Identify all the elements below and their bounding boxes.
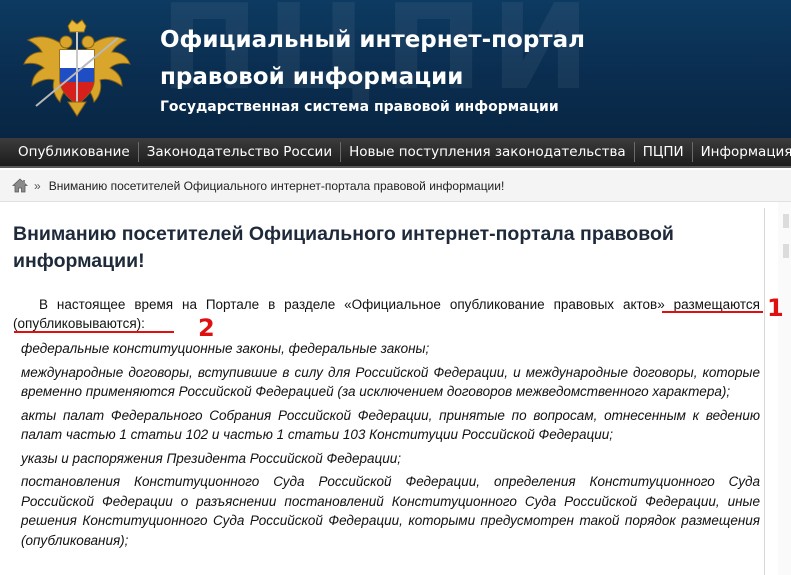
main-content: Вниманию посетителей Официального интерн… (13, 208, 765, 575)
nav-item-information[interactable]: Информация (693, 142, 791, 162)
list-item: международные договоры, вступившие в сил… (21, 364, 760, 400)
gutter-mark (783, 214, 789, 228)
list-item: акты палат Федерального Собрания Российс… (21, 407, 760, 443)
site-subtitle: Государственная система правовой информа… (160, 99, 559, 115)
emblem-icon[interactable] (22, 18, 132, 118)
annotation-marker-1: 1 (767, 294, 784, 322)
page-title: Вниманию посетителей Официального интерн… (13, 223, 674, 272)
annotation-marker-2: 2 (198, 314, 215, 342)
gutter-mark (783, 244, 789, 258)
annotation-underline-2 (14, 331, 174, 333)
intro-paragraph: В настоящее время на Портале в разделе «… (13, 297, 760, 331)
list-item: федеральные конституционные законы, феде… (21, 341, 430, 356)
breadcrumb-current: Вниманию посетителей Официального интерн… (48, 178, 505, 193)
home-icon[interactable] (12, 178, 28, 193)
breadcrumb-separator: » (34, 178, 41, 193)
annotation-underline-1 (662, 311, 763, 313)
nav-item-new-arrivals[interactable]: Новые поступления законодательства (341, 142, 635, 162)
site-header: ПЦПИ Официальный интернет-портал правово… (0, 0, 791, 138)
main-nav: Опубликование Законодательство России Но… (0, 138, 791, 168)
breadcrumb: » Вниманию посетителей Официального инте… (0, 170, 791, 202)
nav-item-publication[interactable]: Опубликование (10, 142, 139, 162)
list-item: указы и распоряжения Президента Российск… (21, 450, 402, 466)
site-title[interactable]: Официальный интернет-портал правовой инф… (160, 22, 660, 96)
list-item: постановления Конституционного Суда Росс… (21, 474, 760, 548)
published-acts-list: федеральные конституционные законы, феде… (13, 339, 764, 550)
nav-item-legislation[interactable]: Законодательство России (139, 142, 342, 162)
nav-item-pcpi[interactable]: ПЦПИ (635, 142, 693, 162)
